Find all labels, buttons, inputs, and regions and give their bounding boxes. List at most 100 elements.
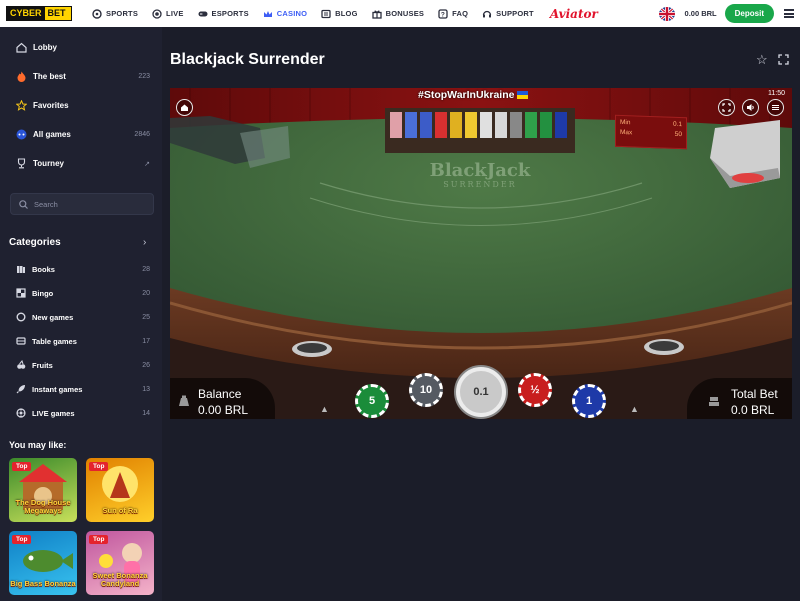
logo-text-right: BET: [44, 7, 71, 20]
category-instant-games[interactable]: Instant games 13: [16, 384, 150, 394]
nav-sports[interactable]: SPORTS: [92, 8, 138, 19]
nav-faq[interactable]: ? FAQ: [438, 8, 468, 19]
nav-label: SUPPORT: [496, 9, 534, 18]
category-label: Books: [32, 264, 55, 274]
books-icon: [17, 266, 25, 273]
nav-casino[interactable]: CASINO: [263, 9, 307, 19]
star-icon: [16, 100, 27, 111]
game-tile-title: Sun of Ra: [102, 506, 138, 515]
fullscreen-icon: [722, 103, 731, 112]
sidebar-item-the-best[interactable]: The best 223: [16, 71, 150, 82]
fire-icon: [17, 71, 26, 82]
sidebar-item-all-games[interactable]: All games 2846: [16, 129, 150, 140]
game-fullscreen-button[interactable]: [718, 99, 735, 116]
chips-left-arrow-icon[interactable]: ▲: [320, 404, 329, 414]
nav-blog[interactable]: BLOG: [321, 9, 357, 19]
all-games-icon: [16, 129, 27, 140]
category-count: 20: [142, 289, 150, 297]
sidebar: Lobby The best 223 Favorites All games 2…: [0, 27, 162, 601]
max-label: Max: [620, 128, 633, 137]
table-brand-text: BlackJack: [429, 160, 531, 181]
game-sound-button[interactable]: [742, 99, 759, 116]
table-variant-text: SURRENDER: [443, 180, 517, 189]
chip-10[interactable]: 10: [409, 373, 443, 407]
money-bag-icon: [179, 395, 189, 406]
top-badge: Top: [12, 462, 32, 471]
category-bingo[interactable]: Bingo 20: [16, 288, 150, 298]
fullscreen-icon[interactable]: [778, 54, 789, 65]
sidebar-item-label: Favorites: [33, 101, 69, 110]
categories-heading: Categories: [9, 237, 61, 248]
live-icon: [152, 8, 162, 19]
speaker-icon: [747, 104, 754, 111]
sidebar-item-count: 2846: [134, 131, 150, 138]
chip-5[interactable]: 5: [355, 384, 389, 418]
min-value: 0.1: [672, 120, 682, 129]
game-tile-sweet-bonanza[interactable]: Top Sweet Bonanza Candyland: [86, 531, 154, 595]
gamepad-icon: [198, 11, 208, 16]
game-tile-sun-of-ra[interactable]: Top Sun of Ra: [86, 458, 154, 522]
total-bet-label: Total Bet: [731, 387, 778, 401]
category-label: Fruits: [32, 360, 53, 370]
live-games-icon: [16, 408, 26, 418]
you-may-like-heading: You may like:: [9, 440, 67, 450]
chevron-right-icon[interactable]: ›: [143, 237, 146, 248]
home-icon: [16, 42, 27, 53]
chip-1[interactable]: 1: [572, 384, 606, 418]
svg-text:?: ?: [441, 11, 445, 18]
sidebar-item-label: Lobby: [33, 43, 57, 52]
sidebar-item-tourney[interactable]: Tourney ↗: [16, 158, 150, 169]
category-count: 17: [142, 337, 150, 345]
account-area: 0.00 BRL Deposit: [658, 4, 794, 23]
category-books[interactable]: Books 28: [16, 264, 150, 274]
uk-flag-icon[interactable]: [658, 6, 675, 21]
sidebar-item-lobby[interactable]: Lobby: [16, 42, 150, 53]
game-home-button[interactable]: [176, 99, 193, 116]
home-icon: [181, 104, 188, 111]
category-new-games[interactable]: New games 25: [16, 312, 150, 322]
menu-icon[interactable]: [784, 9, 794, 18]
search-input[interactable]: Search: [10, 193, 154, 215]
nav-label: ESPORTS: [211, 9, 249, 18]
game-tile-dog-house[interactable]: Top The Dog House Megaways: [9, 458, 77, 522]
category-label: New games: [32, 312, 74, 322]
deposit-button[interactable]: Deposit: [724, 4, 774, 23]
nav-label: BLOG: [335, 9, 358, 18]
nav-label: CASINO: [276, 9, 308, 18]
sidebar-item-favorites[interactable]: Favorites: [16, 100, 150, 111]
aviator-link[interactable]: Aviator: [550, 7, 598, 21]
cyberbet-logo[interactable]: CYBER BET: [6, 6, 72, 21]
category-label: Instant games: [32, 384, 83, 394]
blog-icon: [321, 9, 331, 18]
category-label: Table games: [32, 336, 77, 346]
main-nav: SPORTS LIVE ESPORTS CASINO BLOG BONUSES …: [92, 7, 598, 21]
category-count: 14: [142, 409, 150, 417]
game-frame[interactable]: BlackJack SURRENDER Min 0.1 Max 50 #StopWa…: [170, 88, 792, 419]
category-table-games[interactable]: Table games 17: [16, 336, 150, 346]
external-link-icon: ↗: [144, 160, 150, 168]
favorite-star-icon[interactable]: ☆: [756, 52, 768, 68]
new-icon: [16, 312, 26, 322]
game-tile-big-bass-bonanza[interactable]: Top Big Bass Bonanza: [9, 531, 77, 595]
max-value: 50: [674, 130, 682, 139]
chip-0-1-selected[interactable]: 0.1: [456, 367, 506, 417]
nav-bonuses[interactable]: BONUSES: [371, 9, 425, 19]
game-menu-button[interactable]: [767, 99, 784, 116]
top-badge: Top: [89, 462, 109, 471]
category-live-games[interactable]: LIVE games 14: [16, 408, 150, 418]
sidebar-item-label: Tourney: [33, 159, 64, 168]
category-count: 26: [142, 361, 150, 369]
faq-icon: ?: [438, 8, 448, 19]
chip-half[interactable]: ½: [518, 373, 552, 407]
game-tile-title: Big Bass Bonanza: [10, 579, 76, 588]
nav-live[interactable]: LIVE: [152, 8, 183, 19]
logo-text-left: CYBER: [7, 7, 45, 20]
game-tile-title: The Dog House Megaways: [15, 498, 71, 515]
category-fruits[interactable]: Fruits 26: [16, 360, 150, 370]
nav-esports[interactable]: ESPORTS: [198, 9, 249, 19]
bingo-icon: [16, 288, 26, 298]
nav-support[interactable]: SUPPORT: [482, 9, 534, 19]
chips-right-arrow-icon[interactable]: ▲: [630, 404, 639, 414]
chip-stack-icon: [709, 397, 719, 406]
category-count: 13: [142, 385, 150, 393]
